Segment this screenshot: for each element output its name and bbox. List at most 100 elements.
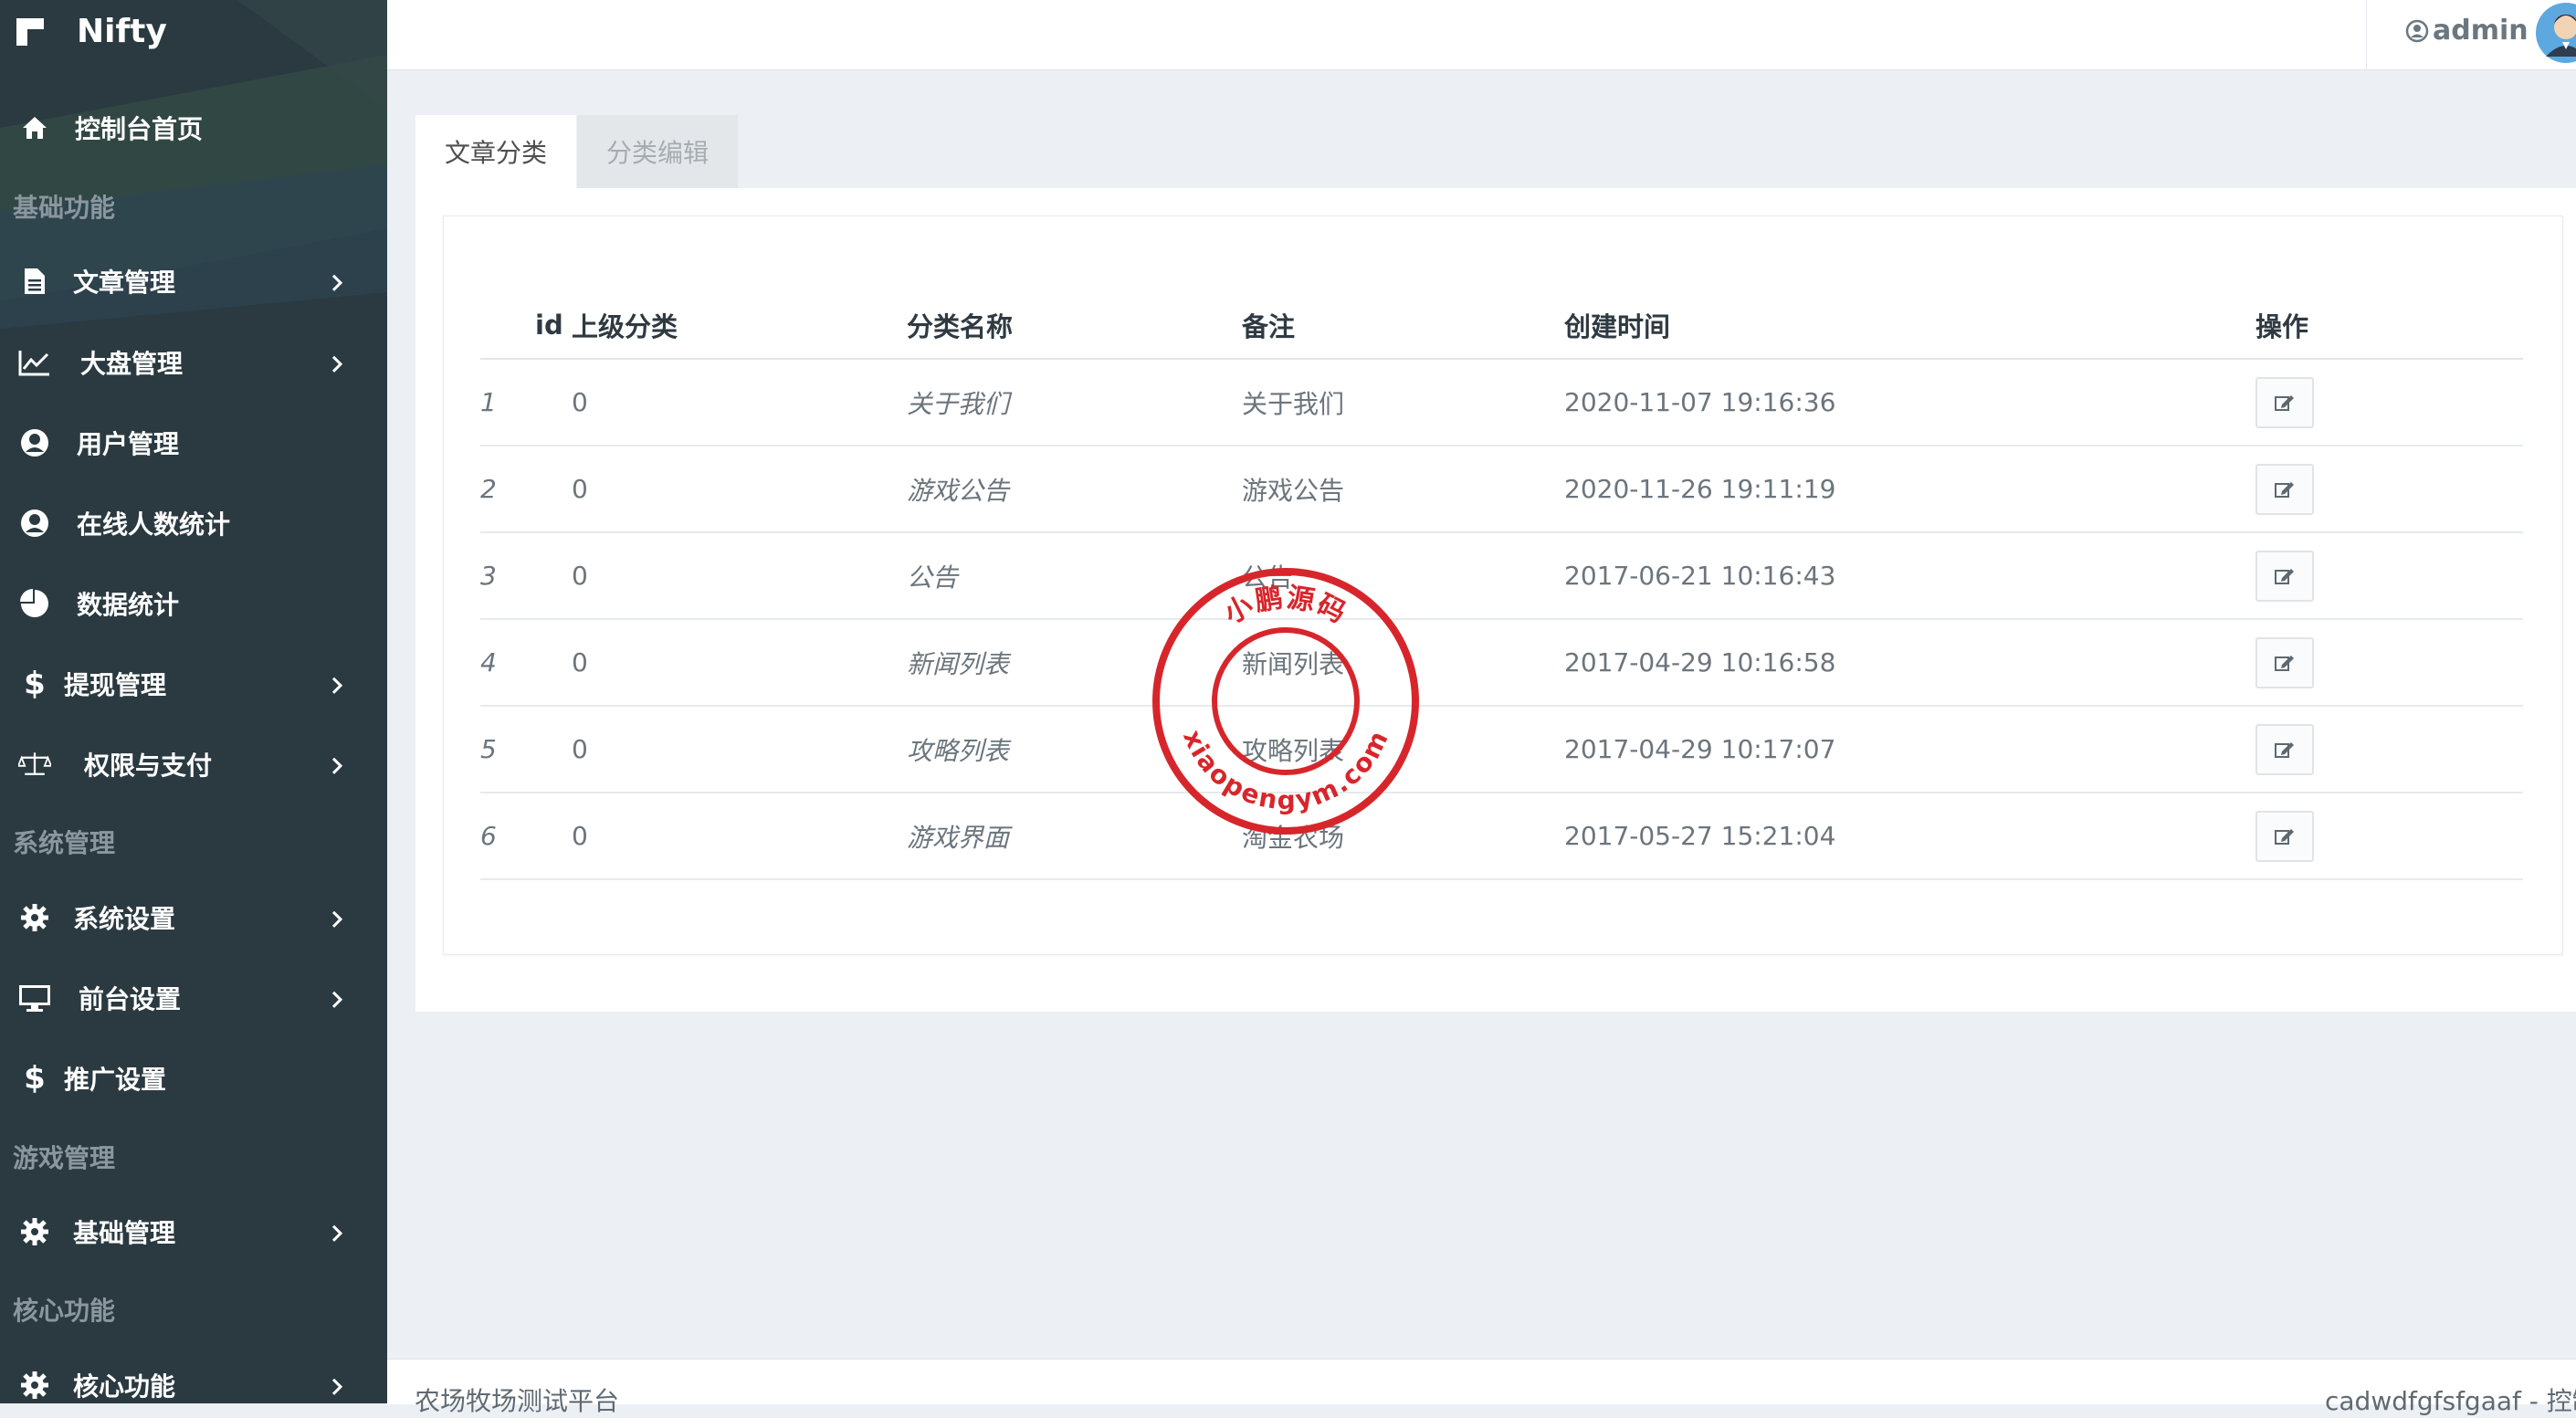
cell-remark: 关于我们 [1242,359,1564,446]
sidebar-section-header: 核心功能 [13,1296,116,1326]
sidebar-item-label: 用户管理 [77,429,180,459]
footer: 农场牧场测试平台 cadwdfgfsfgaaf - 控制 [387,1359,2576,1416]
sidebar-item-label: 在线人数统计 [77,509,231,540]
column-header-id: id [480,292,572,360]
avatar[interactable] [2535,2,2576,64]
cell-action [2255,359,2523,446]
table-row: 3 0 公告 公告 2017-06-21 10:16:43 [480,532,2523,620]
cell-name: 游戏公告 [907,446,1242,533]
cell-created: 2017-05-27 15:21:04 [1564,793,2255,880]
chevron-right-icon [331,1220,343,1250]
cell-name: 公告 [907,532,1242,620]
cell-remark: 公告 [1242,532,1564,620]
cell-created: 2017-04-29 10:16:58 [1564,619,2255,707]
sidebar-item-data-stats[interactable]: 数据统计 [0,572,387,635]
tab-article-categories[interactable]: 文章分类 [415,115,576,188]
column-header-name: 分类名称 [907,292,1242,360]
sidebar-item-permissions[interactable]: 权限与支付 [0,732,387,796]
cell-id: 1 [480,359,572,446]
sidebar-item-core-functions[interactable]: 核心功能 [0,1353,387,1403]
cell-remark: 攻略列表 [1242,706,1564,793]
cell-action [2255,706,2523,793]
table-row: 6 0 游戏界面 淘金农场 2017-05-27 15:21:04 [480,793,2523,880]
sidebar-item-label: 推广设置 [64,1065,167,1095]
column-header-created: 创建时间 [1564,292,2255,360]
sidebar-item-market[interactable]: 大盘管理 [0,331,387,394]
home-icon [18,111,51,144]
chevron-right-icon [331,1373,343,1403]
tab-category-edit[interactable]: 分类编辑 [577,115,738,188]
sidebar-item-label: 基础管理 [73,1218,176,1248]
sidebar-section-header: 游戏管理 [13,1143,116,1173]
cell-remark: 游戏公告 [1242,446,1564,533]
sidebar-item-dashboard[interactable]: 控制台首页 [0,96,387,160]
user-menu[interactable]: admin [2405,15,2529,47]
sidebar-item-withdraw[interactable]: $ 提现管理 [0,652,387,716]
sidebar-item-label: 大盘管理 [80,349,184,379]
sidebar-item-system-settings[interactable]: 系统设置 [0,886,387,950]
chevron-right-icon [331,986,343,1016]
line-chart-icon [18,346,51,379]
desktop-icon [18,982,51,1014]
user-circle-icon [18,426,51,459]
column-header-action: 操作 [2255,292,2523,360]
footer-copyright: cadwdfgfsfgaaf - 控制 [2325,1386,2576,1416]
footer-platform-name: 农场牧场测试平台 [415,1386,620,1416]
category-table: id 上级分类 分类名称 备注 创建时间 操作 1 0 关于我们 关于我们 2020-1… [480,292,2523,880]
table-row: 4 0 新闻列表 新闻列表 2017-04-29 10:16:58 [480,619,2523,707]
cell-name: 新闻列表 [907,619,1242,707]
user-circle-icon [18,507,51,540]
edit-button[interactable] [2255,376,2314,428]
sidebar-item-promotion-settings[interactable]: $ 推广设置 [0,1046,387,1110]
cell-name: 关于我们 [907,359,1242,446]
edit-icon [2275,655,2294,671]
edit-button[interactable] [2255,550,2314,602]
cell-created: 2017-04-29 10:17:07 [1564,706,2255,793]
edit-icon [2275,568,2294,584]
cell-action [2255,532,2523,620]
cell-parent: 0 [572,706,907,793]
cell-created: 2020-11-07 19:16:36 [1564,359,2255,446]
cell-id: 4 [480,619,572,707]
table-row: 5 0 攻略列表 攻略列表 2017-04-29 10:17:07 [480,706,2523,793]
chevron-right-icon [331,269,343,299]
navbar-divider [2366,0,2367,69]
cell-name: 攻略列表 [907,706,1242,793]
sidebar-item-articles[interactable]: 文章管理 [0,249,387,313]
cell-id: 6 [480,793,572,880]
username: admin [2433,15,2529,47]
brand[interactable]: Nifty [0,0,387,69]
gear-icon [18,901,51,934]
edit-button[interactable] [2255,636,2314,688]
gear-icon [18,1369,51,1402]
edit-button[interactable] [2255,463,2314,515]
chevron-right-icon [331,672,343,702]
cell-remark: 新闻列表 [1242,619,1564,707]
cell-id: 2 [480,446,572,533]
gear-icon [18,1215,51,1248]
cell-parent: 0 [572,359,907,446]
table-row: 2 0 游戏公告 游戏公告 2020-11-26 19:11:19 [480,446,2523,533]
sidebar-item-label: 文章管理 [73,268,176,298]
sidebar-item-basic-management[interactable]: 基础管理 [0,1200,387,1264]
sidebar-item-label: 提现管理 [64,670,167,700]
dollar-icon: $ [24,1060,46,1097]
table-row: 1 0 关于我们 关于我们 2020-11-07 19:16:36 [480,359,2523,446]
edit-button[interactable] [2255,810,2314,862]
sidebar-item-users[interactable]: 用户管理 [0,411,387,475]
user-circle-icon [2405,19,2429,42]
cell-id: 5 [480,706,572,793]
sidebar-item-online-stats[interactable]: 在线人数统计 [0,491,387,555]
edit-button[interactable] [2255,723,2314,775]
cell-action [2255,446,2523,533]
sidebar-item-label: 前台设置 [79,984,182,1014]
sidebar-item-frontend-settings[interactable]: 前台设置 [0,966,387,1030]
chevron-right-icon [331,752,343,783]
edit-icon [2275,481,2294,498]
sidebar-section-header: 基础功能 [13,193,116,223]
column-header-parent: 上级分类 [572,292,907,360]
cell-parent: 0 [572,446,907,533]
cell-action [2255,619,2523,707]
cell-action [2255,793,2523,880]
cell-name: 游戏界面 [907,793,1242,880]
